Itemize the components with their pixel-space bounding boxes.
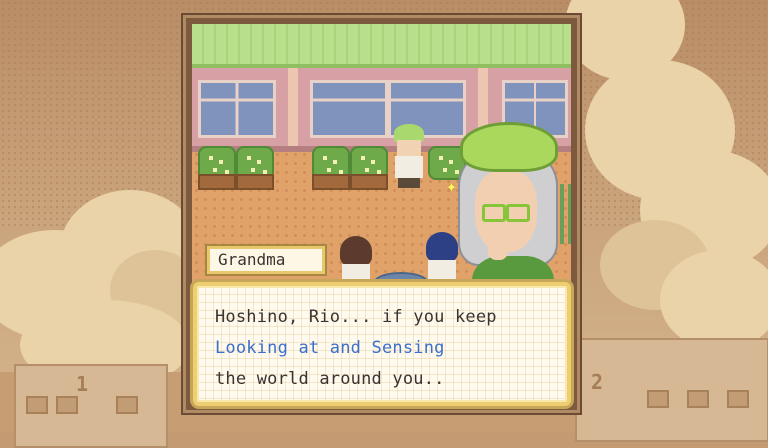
- planter-box: [236, 174, 274, 190]
- building-number-left: 1: [76, 372, 89, 396]
- sparkle-icon: ✦: [446, 176, 457, 197]
- apartment-building-left: 1: [14, 364, 168, 448]
- dialog-line-3: the world around you..: [215, 369, 445, 389]
- planter-box: [312, 174, 350, 190]
- school-roof: [192, 24, 571, 68]
- glasses-left-lens: [482, 204, 506, 222]
- dialog-line-2-highlight: Looking at and Sensing: [215, 338, 445, 358]
- dialog-box[interactable]: Hoshino, Rio... if you keep Looking at a…: [193, 282, 571, 406]
- speaker-name: Grandma: [218, 250, 286, 269]
- wall-pillar: [288, 68, 298, 146]
- planter-box: [350, 174, 388, 190]
- school-window: [198, 80, 276, 138]
- glasses-right-lens: [506, 204, 530, 222]
- apartment-building-right: 2: [575, 338, 768, 442]
- dialog-line-1: Hoshino, Rio... if you keep: [215, 307, 497, 327]
- green-beret: [460, 122, 558, 172]
- speaker-name-box: Grandma: [207, 246, 325, 274]
- planter-box: [198, 174, 236, 190]
- school-window: [310, 80, 466, 138]
- building-number-right: 2: [591, 370, 604, 394]
